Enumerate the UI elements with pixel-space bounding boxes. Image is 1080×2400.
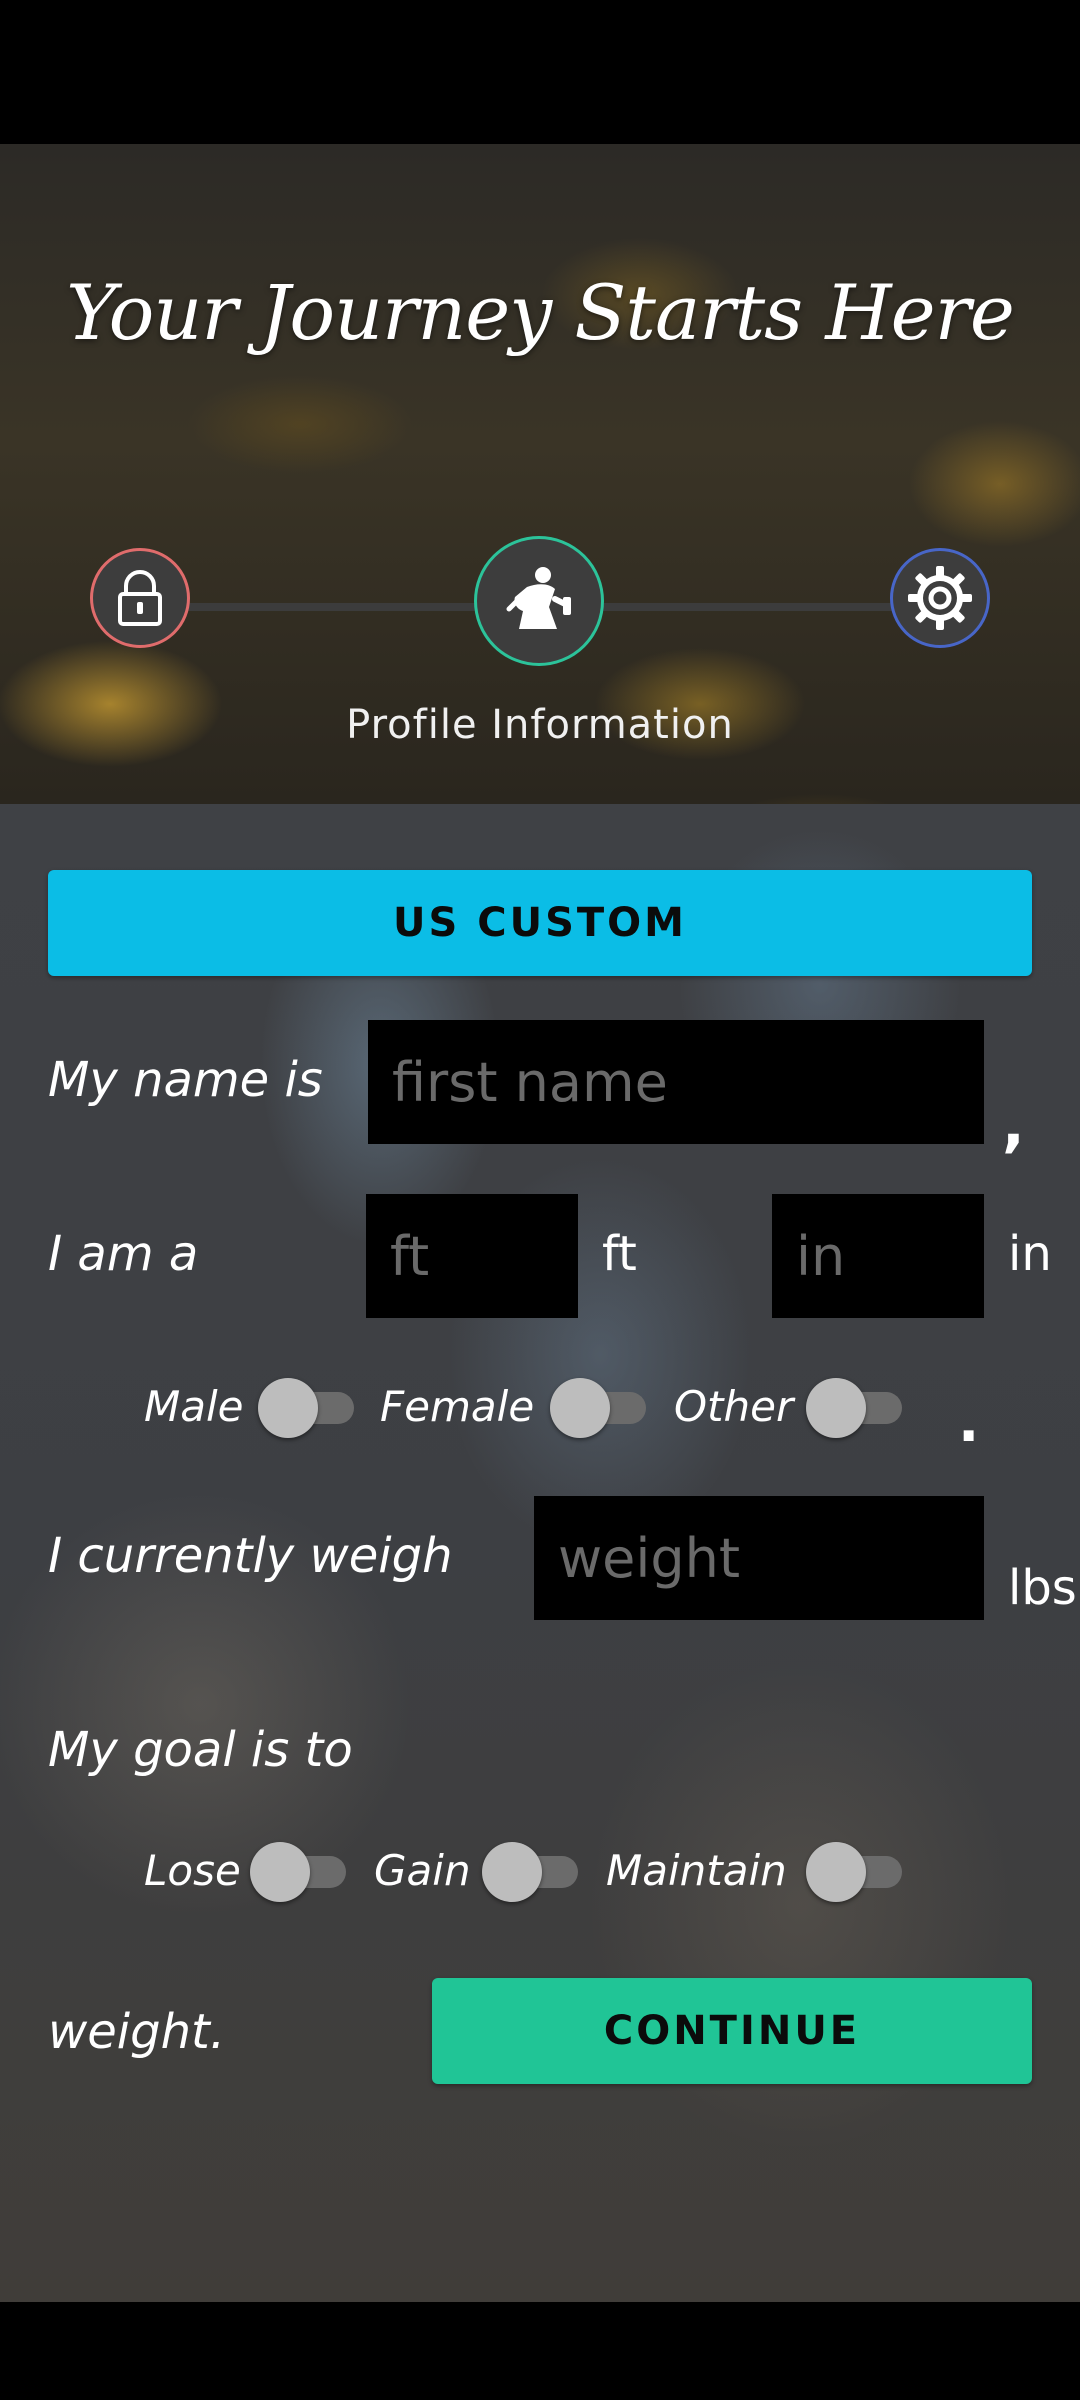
- navigation-bar: [0, 2302, 1080, 2400]
- weight-unit-label: lbs: [1008, 1560, 1077, 1616]
- name-comma: ,: [1002, 1090, 1025, 1160]
- goal-label: My goal is to: [48, 1722, 353, 1778]
- inches-unit-label: in: [1008, 1226, 1052, 1282]
- goal-lose-switch[interactable]: [250, 1842, 350, 1902]
- height-feet-input[interactable]: [366, 1194, 578, 1318]
- first-name-input[interactable]: [368, 1020, 984, 1144]
- height-label: I am a: [48, 1226, 199, 1282]
- goal-maintain-switch[interactable]: [806, 1842, 906, 1902]
- gender-male-switch[interactable]: [258, 1378, 358, 1438]
- height-inches-input[interactable]: [772, 1194, 984, 1318]
- switch-thumb: [806, 1378, 866, 1438]
- current-step-label: Profile Information: [346, 702, 734, 748]
- goal-lose-label: Lose: [144, 1846, 241, 1895]
- fitness-person-icon: [506, 567, 571, 629]
- switch-thumb: [482, 1842, 542, 1902]
- switch-thumb: [806, 1842, 866, 1902]
- gender-female-label: Female: [380, 1382, 535, 1431]
- step-settings[interactable]: [890, 548, 990, 648]
- gender-other-label: Other: [674, 1382, 794, 1431]
- gender-female-switch[interactable]: [550, 1378, 650, 1438]
- gender-male-label: Male: [144, 1382, 244, 1431]
- units-toggle-button[interactable]: US CUSTOM: [48, 870, 1032, 976]
- weight-label: I currently weigh: [48, 1528, 453, 1584]
- weight-input[interactable]: [534, 1496, 984, 1620]
- switch-thumb: [550, 1378, 610, 1438]
- step-profile[interactable]: [474, 536, 604, 666]
- lock-icon: [118, 570, 162, 626]
- goal-maintain-label: Maintain: [606, 1846, 787, 1895]
- gender-other-switch[interactable]: [806, 1378, 906, 1438]
- goal-suffix-label: weight.: [48, 2004, 226, 2060]
- feet-unit-label: ft: [602, 1226, 637, 1282]
- step-account[interactable]: [90, 548, 190, 648]
- goal-gain-switch[interactable]: [482, 1842, 582, 1902]
- gear-icon: [908, 566, 972, 630]
- continue-button[interactable]: CONTINUE: [432, 1978, 1032, 2084]
- name-label: My name is: [48, 1052, 323, 1108]
- gender-period: .: [958, 1390, 980, 1455]
- switch-thumb: [258, 1378, 318, 1438]
- goal-gain-label: Gain: [374, 1846, 471, 1895]
- status-bar: [0, 0, 1080, 144]
- page-title: Your Journey Starts Here: [66, 268, 1015, 357]
- switch-thumb: [250, 1842, 310, 1902]
